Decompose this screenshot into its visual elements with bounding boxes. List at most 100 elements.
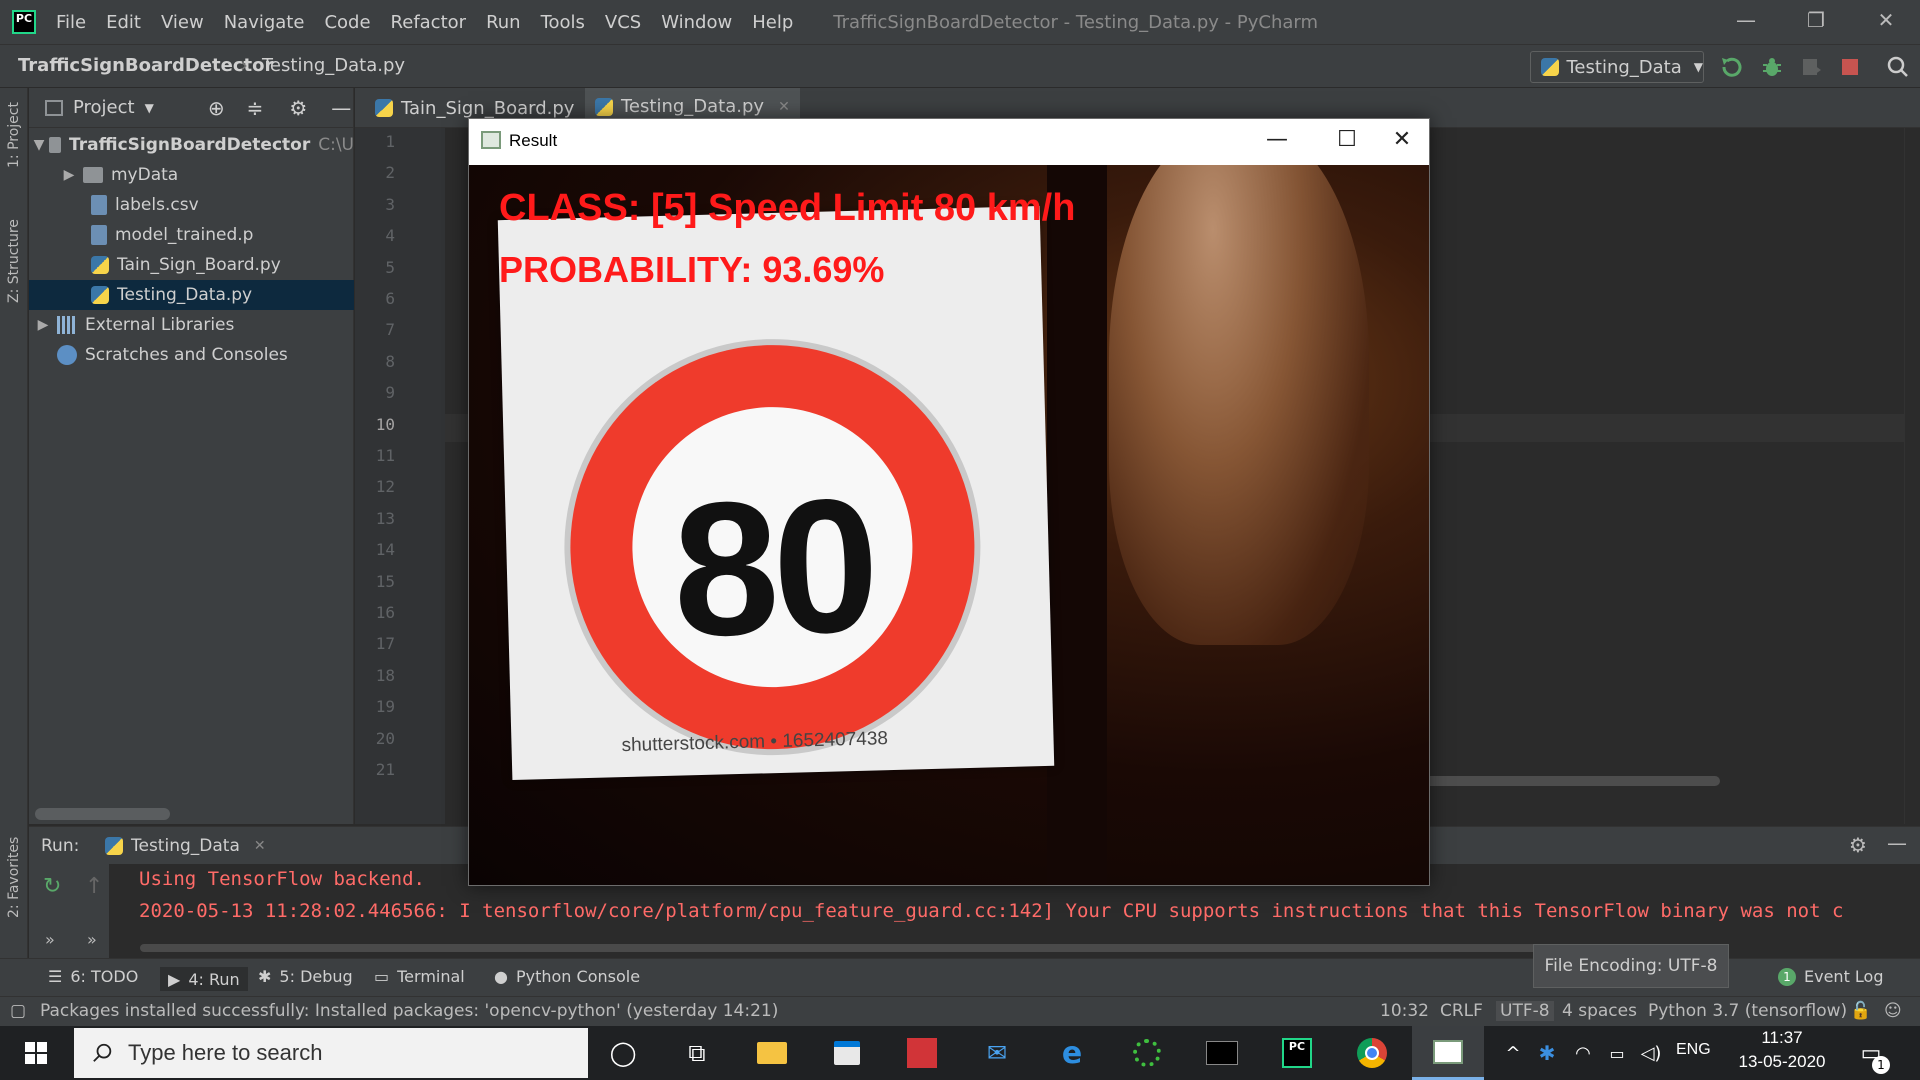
minimize-button[interactable]: — (1252, 127, 1302, 157)
rerun-icon[interactable]: ↻ (43, 874, 61, 899)
volume-icon[interactable]: ◁) (1626, 1033, 1676, 1073)
rerun-icon[interactable] (1720, 55, 1744, 79)
breadcrumb-file[interactable]: Testing_Data.py (262, 55, 405, 76)
hide-panel-icon[interactable]: — (1887, 831, 1907, 855)
editor-vertical-scrollbar[interactable] (1904, 128, 1920, 824)
locate-file-icon[interactable]: ⊕ (208, 96, 225, 120)
gift-app-icon[interactable] (897, 1033, 947, 1073)
task-view-icon[interactable]: ⧉ (672, 1033, 722, 1073)
more-icon[interactable]: » (45, 930, 55, 949)
hide-panel-icon[interactable]: — (331, 96, 351, 120)
menu-edit[interactable]: Edit (96, 12, 151, 33)
event-count-badge: 1 (1778, 967, 1796, 986)
status-indent[interactable]: 4 spaces (1562, 1001, 1637, 1021)
run-configuration-select[interactable]: Testing_Data ▼ (1530, 51, 1704, 83)
speed-limit-sign: 80 (565, 339, 980, 755)
status-panel-icon[interactable]: ▢ (10, 1001, 26, 1021)
console-horizontal-scrollbar[interactable] (140, 944, 1550, 952)
line-number: 9 (385, 383, 395, 403)
tool-window-favorites[interactable]: 2: Favorites (6, 837, 22, 918)
utility-app-icon[interactable] (1122, 1033, 1172, 1073)
store-icon[interactable] (822, 1033, 872, 1073)
project-horizontal-scrollbar[interactable] (35, 808, 170, 820)
tree-root[interactable]: ▼ TrafficSignBoardDetector C:\U (29, 130, 354, 160)
scroll-up-icon[interactable]: ↑ (85, 874, 103, 899)
result-window[interactable]: Result — ☐ ✕ 80 shutterstock.com • 16524… (468, 118, 1430, 886)
menu-run[interactable]: Run (476, 12, 531, 33)
menu-vcs[interactable]: VCS (595, 12, 651, 33)
menu-window[interactable]: Window (651, 12, 742, 33)
chrome-icon[interactable] (1347, 1033, 1397, 1073)
tool-tab-debug[interactable]: ✱ 5: Debug (258, 967, 353, 986)
expanded-arrow-icon[interactable]: ▼ (33, 137, 45, 153)
coverage-icon[interactable] (1800, 55, 1824, 79)
collapsed-arrow-icon[interactable]: ▶ (33, 317, 53, 333)
library-icon (57, 316, 77, 334)
close-button[interactable]: ✕ (1377, 127, 1427, 157)
gear-icon[interactable]: ⚙ (1849, 833, 1867, 857)
tool-window-project[interactable]: 1: Project (6, 102, 22, 168)
menu-tools[interactable]: Tools (531, 12, 595, 33)
pycharm-taskbar-icon[interactable]: PC (1272, 1033, 1322, 1073)
tree-item-external-libraries[interactable]: ▶ External Libraries (29, 310, 354, 340)
tree-item-tain-sign-board[interactable]: Tain_Sign_Board.py (29, 250, 354, 280)
debug-icon[interactable] (1760, 55, 1784, 79)
tree-item-testing-data[interactable]: Testing_Data.py (29, 280, 354, 310)
menu-file[interactable]: File (46, 12, 96, 33)
clock-date[interactable]: 13-05-2020 (1736, 1052, 1828, 1072)
restore-button[interactable]: ❐ (1796, 8, 1836, 36)
language-indicator[interactable]: ENG (1676, 1041, 1711, 1059)
minimize-button[interactable]: — (1726, 8, 1766, 36)
menu-help[interactable]: Help (742, 12, 803, 33)
tool-tab-terminal[interactable]: ▭ Terminal (374, 967, 465, 986)
stop-icon[interactable] (1838, 55, 1862, 79)
lock-icon[interactable]: 🔓 (1850, 1001, 1871, 1021)
status-caret-position[interactable]: 10:32 (1380, 1001, 1429, 1021)
collapse-all-icon[interactable]: ≑ (247, 96, 264, 120)
status-message[interactable]: Packages installed successfully: Install… (40, 1001, 778, 1021)
search-everywhere-icon[interactable] (1886, 55, 1910, 79)
tree-item-scratches[interactable]: Scratches and Consoles (29, 340, 354, 370)
tool-tab-python-console[interactable]: ● Python Console (494, 967, 640, 986)
project-view-select[interactable]: Project (73, 97, 135, 118)
tool-tab-event-log[interactable]: 1 Event Log (1778, 967, 1884, 986)
menu-navigate[interactable]: Navigate (214, 12, 315, 33)
tool-window-structure[interactable]: Z: Structure (6, 219, 22, 303)
status-line-separator[interactable]: CRLF (1440, 1001, 1483, 1021)
clock-time[interactable]: 11:37 (1752, 1028, 1812, 1048)
edge-browser-icon[interactable]: e (1047, 1033, 1097, 1073)
result-titlebar[interactable]: Result — ☐ ✕ (469, 119, 1429, 165)
menu-refactor[interactable]: Refactor (381, 12, 477, 33)
close-icon[interactable]: ✕ (778, 99, 790, 115)
tool-tab-todo[interactable]: ☰ 6: TODO (48, 967, 138, 986)
inspector-icon[interactable]: ☺ (1884, 1001, 1902, 1021)
menu-view[interactable]: View (151, 12, 214, 33)
tool-tab-run[interactable]: ▶ 4: Run (160, 967, 248, 991)
status-encoding[interactable]: UTF-8 (1496, 1001, 1554, 1021)
mail-icon[interactable]: ✉ (972, 1033, 1022, 1073)
taskbar-search-box[interactable]: Type here to search (74, 1028, 588, 1078)
gear-icon[interactable]: ⚙ (289, 96, 307, 120)
tree-item-label: External Libraries (85, 315, 235, 335)
close-icon[interactable]: ✕ (254, 838, 266, 854)
maximize-button[interactable]: ☐ (1322, 127, 1372, 157)
menu-code[interactable]: Code (314, 12, 380, 33)
line-number: 8 (385, 351, 395, 371)
tree-item-mydata[interactable]: ▶ myData (29, 160, 354, 190)
result-window-taskbar-icon[interactable] (1412, 1026, 1484, 1080)
more-icon[interactable]: » (87, 930, 97, 949)
breadcrumb-project[interactable]: TrafficSignBoardDetector (18, 55, 273, 76)
start-button[interactable] (0, 1026, 72, 1080)
line-number: 7 (385, 320, 395, 340)
tree-item-labels-csv[interactable]: labels.csv (29, 190, 354, 220)
command-prompt-icon[interactable] (1197, 1033, 1247, 1073)
file-explorer-icon[interactable] (747, 1033, 797, 1073)
python-file-icon (91, 286, 109, 304)
close-button[interactable]: ✕ (1866, 8, 1906, 36)
cortana-icon[interactable]: ◯ (598, 1033, 648, 1073)
status-interpreter[interactable]: Python 3.7 (tensorflow) (1648, 1001, 1847, 1021)
tree-item-model-trained[interactable]: model_trained.p (29, 220, 354, 250)
collapsed-arrow-icon[interactable]: ▶ (59, 167, 79, 183)
run-tab-testing-data[interactable]: Testing_Data ✕ (105, 831, 266, 861)
editor-horizontal-scrollbar[interactable] (1420, 776, 1720, 786)
